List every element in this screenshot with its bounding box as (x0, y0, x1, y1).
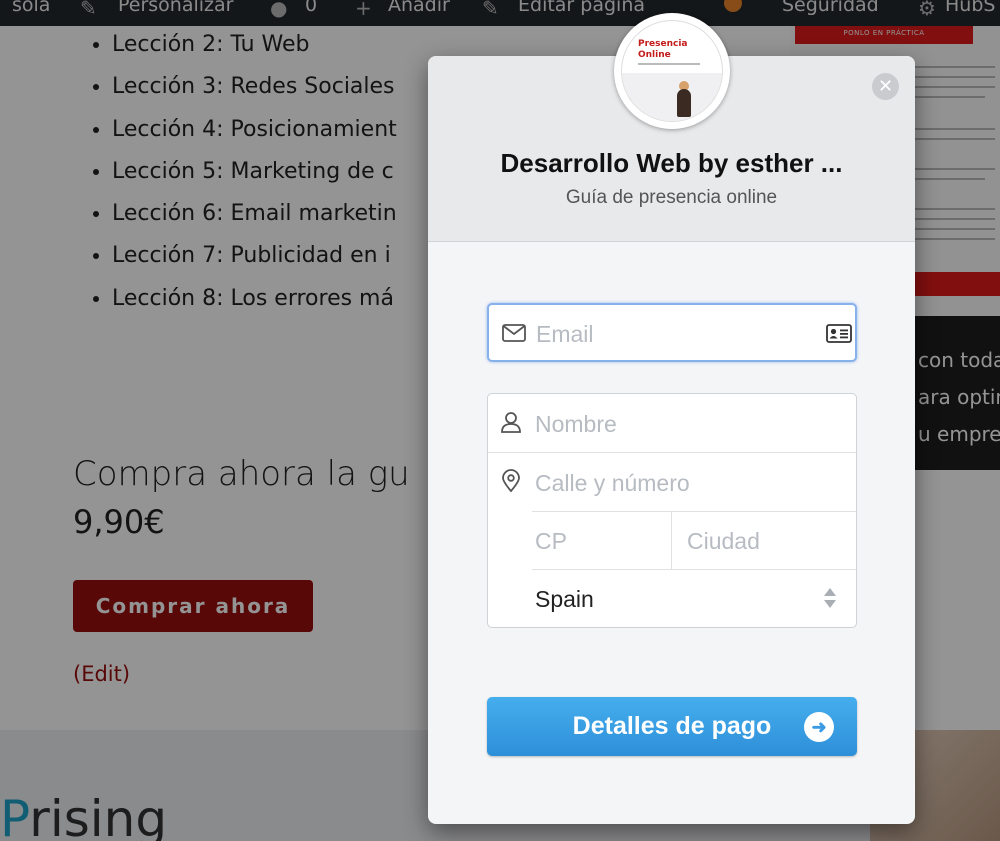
street-placeholder: Calle y número (535, 470, 690, 496)
shop-name: Desarrollo Web by esther ... (500, 148, 843, 178)
payment-details-button[interactable]: Detalles de pago ➜ (487, 697, 857, 756)
logo-person (677, 89, 691, 117)
zip-field[interactable]: CP (532, 512, 671, 569)
shop-description: Guía de presencia online (565, 187, 778, 208)
contact-card-icon[interactable] (826, 324, 852, 343)
address-fields: Nombre Calle y número CP Ciudad Spain (487, 393, 857, 628)
payment-button-label: Detalles de pago (572, 712, 772, 740)
city-field[interactable]: Ciudad (672, 512, 856, 569)
close-button[interactable]: ✕ (872, 73, 899, 100)
shop-logo: Presencia Online (614, 13, 730, 129)
select-arrows-icon (824, 588, 836, 608)
logo-image: Presencia Online (621, 20, 723, 122)
envelope-icon (502, 324, 526, 342)
logo-text: Presencia Online (638, 39, 688, 60)
email-field[interactable]: Email (487, 303, 857, 362)
close-icon: ✕ (877, 76, 894, 97)
name-placeholder: Nombre (535, 411, 617, 437)
user-icon (501, 412, 521, 433)
logo-photo (622, 73, 722, 121)
country-value: Spain (535, 586, 594, 612)
zip-placeholder: CP (535, 528, 567, 554)
country-select[interactable]: Spain (532, 570, 856, 627)
logo-subline (638, 63, 700, 65)
street-field[interactable]: Calle y número (488, 453, 856, 511)
arrow-right-icon: ➜ (804, 712, 834, 742)
email-placeholder: Email (536, 321, 594, 347)
location-pin-icon (502, 469, 520, 493)
city-placeholder: Ciudad (687, 528, 760, 554)
checkout-modal: Presencia Online ✕ Desarrollo Web by est… (428, 13, 915, 824)
name-field[interactable]: Nombre (488, 394, 856, 452)
